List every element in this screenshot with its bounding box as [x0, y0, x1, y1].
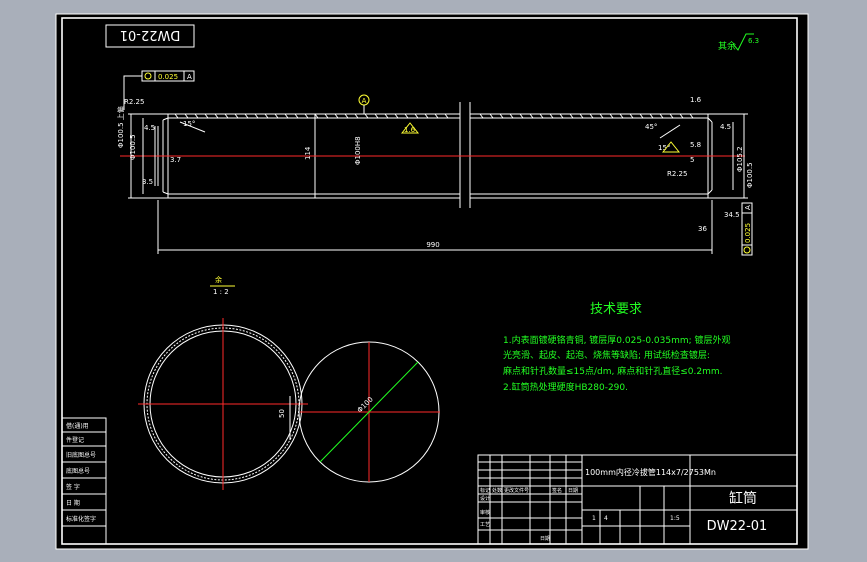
section-scale: 1 : 2 [213, 288, 229, 296]
dim-circ-half: 50 [278, 409, 286, 418]
tb-material: 100mm内径冷拔管114x7/2753Mn [585, 467, 716, 477]
technical-requirements: 技术要求 1.内表面镀硬铬青铜, 镀层厚0.025-0.035mm; 镀层外观 … [503, 302, 731, 393]
title-block: 标记 处数 更改文件号 签名 日期 设计 审核 工艺 日期 100mm内径冷拔管… [477, 454, 798, 545]
tb-count: 1 [592, 515, 596, 522]
tb-header-1: 处数 [492, 487, 502, 494]
tech-line1: 1.内表面镀硬铬青铜, 镀层厚0.025-0.035mm; 镀层外观 [503, 334, 731, 346]
dim-len990: 990 [426, 241, 439, 249]
dim-v36: 36 [698, 225, 707, 233]
dim-r225-left: R2.25 [124, 98, 144, 106]
cad-viewport[interactable]: DW22-01 其余 6.3 0.025 A 0.025 A A R2.25 Φ… [0, 0, 867, 562]
side-table: 借(通)用 件登记 旧底图总号 底图总号 签 字 日 期 标准化签字 [61, 417, 107, 545]
drawing-canvas: DW22-01 其余 6.3 0.025 A 0.025 A A R2.25 Φ… [55, 13, 809, 550]
tb-mark-0: 设计 [480, 495, 490, 502]
roughness-mid: 1.6 [404, 126, 416, 134]
tb-header-0: 标记 [480, 487, 490, 494]
dim-d100-mid: Φ100H8 [354, 136, 362, 165]
dim-v35: 3.5 [142, 178, 153, 186]
dim-v45-left: 4.5 [144, 124, 155, 132]
geom-tol-value-right: 0.025 [744, 223, 752, 243]
side-row-5: 日 期 [66, 499, 80, 507]
tb-scale: 1:5 [670, 515, 680, 522]
tb-header-3: 签名 [552, 487, 562, 494]
section-circle: 50 [138, 318, 308, 490]
dim-v16: 1.6 [690, 96, 702, 104]
geom-tol-datum-top: A [187, 73, 192, 81]
tb-weight: 4 [604, 515, 608, 522]
left-dimensions: R2.25 Φ100.5 上偏 Φ100.5 4.5 3.7 3.5 15° [116, 98, 206, 199]
tb-mark-2: 工艺 [480, 522, 490, 528]
tb-part-name: 缸筒 [729, 490, 757, 507]
tb-mark-3: 日期 [540, 536, 550, 542]
length-dimension: 990 [157, 200, 713, 254]
dim-right-top: Φ105.2 [736, 146, 744, 172]
side-row-2: 旧底图总号 [66, 451, 96, 459]
tech-title: 技术要求 [590, 302, 642, 317]
tb-mark-1: 审核 [480, 509, 490, 516]
tech-line2: 光亮滑、起皮、起泡、烧焦等缺陷; 用试纸检查镀层: [503, 349, 710, 361]
dim-len114: 114 [304, 146, 312, 160]
dim-d100-left2: Φ100.5 [129, 134, 137, 160]
plain-circle: Φ100 [298, 341, 440, 483]
tb-header-2: 更改文件号 [504, 487, 529, 494]
geom-tolerance-right: 0.025 A [741, 202, 753, 256]
tech-line4: 2.缸筒热处理硬度HB280-290. [503, 381, 628, 393]
tb-code: DW22-01 [707, 519, 768, 534]
side-row-0: 借(通)用 [66, 422, 89, 430]
roughness-label: 其余 [718, 40, 736, 52]
side-row-1: 件登记 [66, 436, 84, 444]
datum-label: A [362, 97, 367, 105]
side-row-6: 标准化签字 [66, 515, 96, 523]
dim-ang45: 45° [645, 123, 657, 131]
geom-tol-datum-right: A [744, 205, 752, 210]
tb-header-4: 日期 [568, 488, 578, 494]
dim-d100-left: Φ100.5 上偏 [116, 106, 125, 148]
dim-right-low: 34.5 [724, 211, 740, 219]
dim-v5: 5 [690, 156, 694, 164]
mirrored-code-text: DW22-01 [120, 27, 181, 42]
tech-line3: 麻点和针孔数量≤15点/dm, 麻点和针孔直径≤0.2mm. [503, 365, 722, 377]
dim-r225-right: R2.25 [667, 170, 687, 178]
roughness-value: 6.3 [748, 37, 759, 45]
dim-right-mid: Φ100.5 [746, 162, 754, 188]
dim-v58: 5.8 [690, 141, 701, 149]
dim-v37: 3.7 [170, 156, 181, 164]
dim-v45-right: 4.5 [720, 123, 731, 131]
side-row-4: 签 字 [66, 483, 80, 491]
section-label: 余 [215, 275, 222, 284]
cylinder-front-view [157, 102, 713, 208]
side-row-3: 底图总号 [66, 467, 90, 475]
geom-tol-value-top: 0.025 [158, 73, 178, 81]
